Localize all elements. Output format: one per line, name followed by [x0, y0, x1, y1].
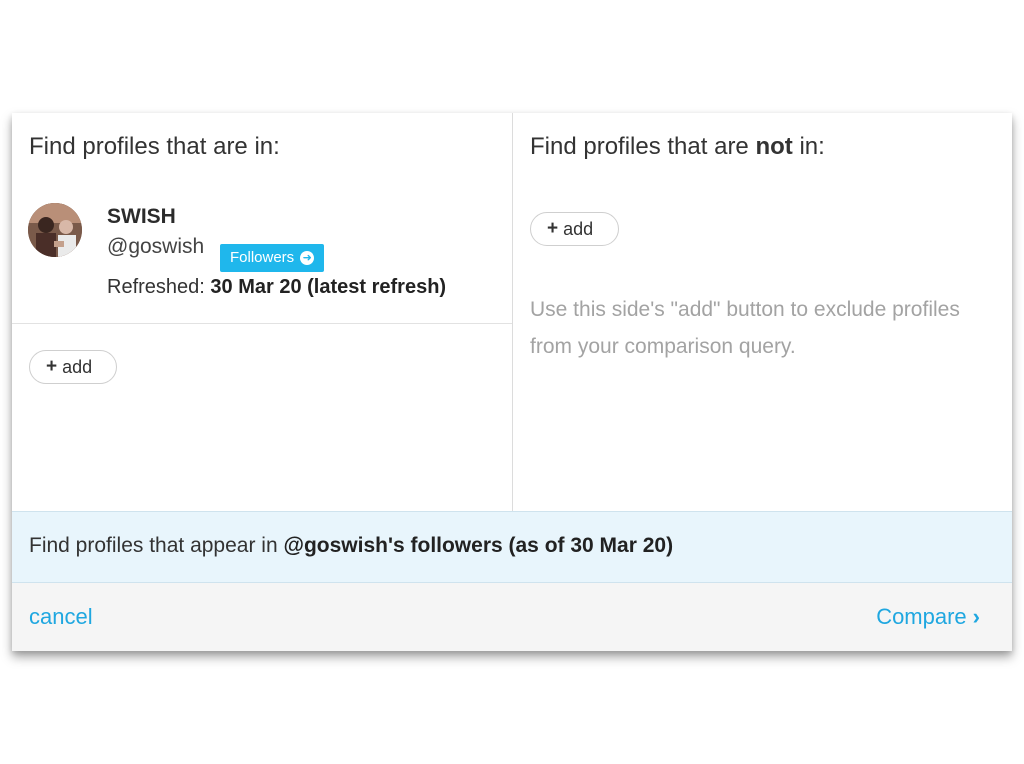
- profile-handle: @goswish: [107, 235, 205, 258]
- refresh-status: Refreshed: 30 Mar 20 (latest refresh): [107, 276, 446, 299]
- summary-bold: @goswish's followers (as of 30 Mar 20): [283, 534, 674, 557]
- compare-button[interactable]: Compare ›: [876, 604, 980, 630]
- dialog-footer: cancel Compare ›: [12, 583, 1012, 651]
- cancel-button[interactable]: cancel: [29, 604, 93, 630]
- include-panel-title: Find profiles that are in:: [29, 133, 280, 160]
- followers-badge-label: Followers: [230, 249, 295, 266]
- include-panel: Find profiles that are in: SWISH @goswis…: [12, 113, 513, 511]
- exclude-title-prefix: Find profiles that are: [530, 133, 749, 160]
- exclude-title-bold: not: [755, 133, 793, 160]
- divider: [12, 323, 512, 324]
- chevron-right-icon: ›: [972, 604, 980, 629]
- exclude-panel: Find profiles that are not in: + add Use…: [513, 113, 1012, 511]
- avatar: [28, 203, 82, 257]
- plus-icon: +: [46, 356, 58, 377]
- summary-text: Find profiles that appear in @goswish's …: [29, 534, 673, 558]
- add-exclude-button[interactable]: + add: [530, 212, 619, 246]
- panels: Find profiles that are in: SWISH @goswis…: [12, 113, 1012, 511]
- add-exclude-label: add: [563, 218, 594, 239]
- refreshed-label: Refreshed:: [107, 276, 205, 298]
- add-include-label: add: [62, 356, 93, 377]
- refreshed-value: 30 Mar 20 (latest refresh): [210, 276, 447, 298]
- add-include-button[interactable]: + add: [29, 350, 117, 384]
- followers-badge[interactable]: Followers ➜: [220, 244, 325, 272]
- exclude-panel-title: Find profiles that are not in:: [530, 133, 825, 161]
- compare-dialog: Find profiles that are in: SWISH @goswis…: [12, 113, 1012, 651]
- exclude-title-suffix: in:: [799, 133, 825, 160]
- query-summary: Find profiles that appear in @goswish's …: [12, 511, 1012, 583]
- compare-label: Compare: [876, 604, 967, 629]
- summary-prefix: Find profiles that appear in: [29, 534, 278, 557]
- circle-arrow-icon: ➜: [300, 251, 315, 265]
- profile-name: SWISH: [107, 205, 176, 228]
- exclude-hint: Use this side's "add" button to exclude …: [530, 298, 960, 358]
- plus-icon: +: [547, 218, 559, 239]
